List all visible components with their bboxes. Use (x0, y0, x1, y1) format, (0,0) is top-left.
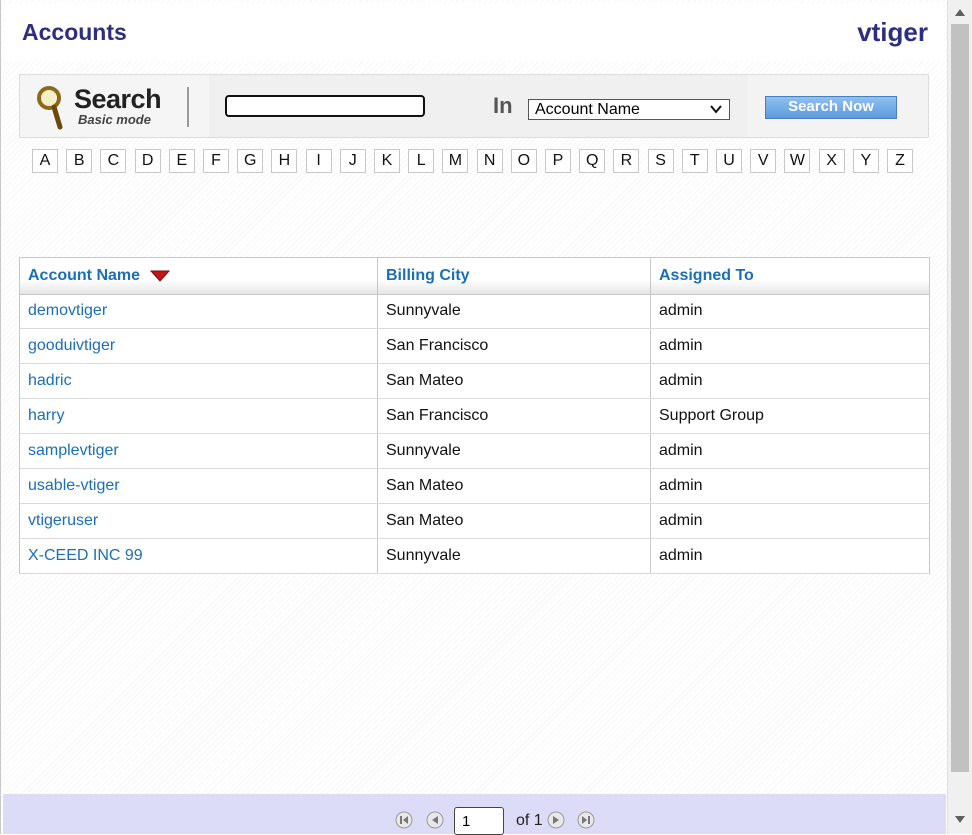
table-header: Account Name Billing City Assigned To (20, 258, 929, 295)
search-bar: Search Basic mode In Account Name Search… (19, 74, 929, 138)
search-field-cell: In Account Name (478, 75, 749, 137)
assigned-to-cell: admin (650, 294, 929, 328)
alphabet-letter-d[interactable]: D (134, 149, 161, 173)
alphabet-letter-n[interactable]: N (476, 149, 503, 173)
search-input[interactable] (225, 95, 425, 117)
account-name-link[interactable]: samplevtiger (20, 434, 377, 468)
divider (187, 87, 189, 127)
billing-city-cell: San Mateo (377, 469, 650, 503)
alphabet-letter-i[interactable]: I (305, 149, 332, 173)
account-name-link[interactable]: gooduivtiger (20, 329, 377, 363)
accounts-table: Account Name Billing City Assigned To de… (19, 257, 930, 574)
assigned-to-cell: admin (650, 539, 929, 573)
billing-city-cell: San Francisco (377, 399, 650, 433)
table-row: vtigeruser San Mateo admin (20, 504, 929, 539)
billing-city-cell: Sunnyvale (377, 294, 650, 328)
assigned-to-cell: admin (650, 469, 929, 503)
column-header-label: Account Name (28, 267, 141, 284)
alphabet-letter-q[interactable]: Q (579, 149, 606, 173)
magnifier-icon (37, 86, 63, 130)
vertical-scrollbar[interactable] (947, 0, 972, 834)
alphabet-letter-e[interactable]: E (168, 149, 195, 173)
search-mode-label: Basic mode (78, 112, 151, 127)
account-name-link[interactable]: vtigeruser (20, 504, 377, 538)
scroll-down-icon[interactable] (954, 815, 966, 825)
search-field-value: Account Name (535, 101, 640, 118)
in-label: In (493, 93, 513, 118)
search-logo-word: Search (74, 84, 162, 114)
column-header-account-name[interactable]: Account Name (20, 258, 377, 294)
account-name-link[interactable]: X-CEED INC 99 (20, 539, 377, 573)
alphabet-letter-v[interactable]: V (750, 149, 777, 173)
scroll-up-icon[interactable] (954, 7, 966, 17)
column-header-billing-city[interactable]: Billing City (377, 258, 650, 294)
assigned-to-cell: admin (650, 364, 929, 398)
assigned-to-cell: admin (650, 504, 929, 538)
alphabet-letter-a[interactable]: A (32, 149, 58, 173)
alphabet-letter-z[interactable]: Z (887, 149, 913, 173)
account-name-link[interactable]: demovtiger (20, 294, 377, 328)
alphabet-letter-f[interactable]: F (203, 149, 229, 173)
scrollbar-thumb[interactable] (951, 24, 969, 772)
billing-city-cell: San Francisco (377, 329, 650, 363)
alphabet-letter-t[interactable]: T (681, 149, 708, 173)
billing-city-cell: Sunnyvale (377, 539, 650, 573)
last-page-icon[interactable] (577, 811, 595, 829)
alphabet-letter-b[interactable]: B (66, 149, 93, 173)
table-row: X-CEED INC 99 Sunnyvale admin (20, 539, 929, 574)
table-row: harry San Francisco Support Group (20, 399, 929, 434)
column-header-label: Assigned To (659, 267, 754, 284)
brand-logo: vtiger (857, 17, 928, 47)
search-logo: Search Basic mode (20, 75, 210, 137)
alphabet-letter-p[interactable]: P (545, 149, 571, 173)
column-header-label: Billing City (386, 267, 470, 284)
alphabet-letter-x[interactable]: X (818, 149, 845, 173)
table-row: samplevtiger Sunnyvale admin (20, 434, 929, 469)
alphabet-letter-u[interactable]: U (716, 149, 742, 173)
table-row: hadric San Mateo admin (20, 364, 929, 399)
first-page-icon[interactable] (395, 811, 413, 829)
alphabet-letter-j[interactable]: J (339, 149, 366, 173)
alphabet-letter-g[interactable]: G (237, 149, 264, 173)
billing-city-cell: San Mateo (377, 364, 650, 398)
next-page-icon[interactable] (547, 811, 565, 829)
alphabet-letter-m[interactable]: M (442, 149, 469, 173)
billing-city-cell: Sunnyvale (377, 434, 650, 468)
search-now-button[interactable]: Search Now (765, 96, 897, 119)
assigned-to-cell: admin (650, 434, 929, 468)
search-button-cell: Search Now (748, 75, 928, 137)
account-name-link[interactable]: hadric (20, 364, 377, 398)
popup-frame: Accounts vtiger Search Basic mode In Acc… (0, 0, 947, 834)
table-row: gooduivtiger San Francisco admin (20, 329, 929, 364)
alphabet-letter-w[interactable]: W (784, 149, 811, 173)
pagination-bar: of 1 (3, 794, 946, 835)
alphabet-letter-l[interactable]: L (408, 149, 435, 173)
alphabet-letter-c[interactable]: C (100, 149, 127, 173)
chevron-down-icon (710, 105, 722, 114)
assigned-to-cell: admin (650, 329, 929, 363)
header-bar: Accounts vtiger (4, 3, 944, 61)
page-title: Accounts (22, 19, 127, 45)
account-name-link[interactable]: usable-vtiger (20, 469, 377, 503)
alphabet-letter-h[interactable]: H (271, 149, 298, 173)
alphabet-letter-r[interactable]: R (613, 149, 640, 173)
search-field-select[interactable]: Account Name (528, 99, 730, 120)
table-row: demovtiger Sunnyvale admin (20, 294, 929, 329)
alphabet-letter-k[interactable]: K (374, 149, 400, 173)
alphabet-letter-o[interactable]: O (510, 149, 537, 173)
search-input-cell (209, 75, 479, 137)
previous-page-icon[interactable] (426, 811, 444, 829)
account-name-link[interactable]: harry (20, 399, 377, 433)
page-count-label: of 1 (516, 812, 543, 829)
billing-city-cell: San Mateo (377, 504, 650, 538)
alphabet-letter-y[interactable]: Y (852, 149, 879, 173)
assigned-to-cell: Support Group (650, 399, 929, 433)
page-number-input[interactable] (454, 807, 504, 835)
alphabet-letter-s[interactable]: S (647, 149, 674, 173)
sort-descending-icon (150, 270, 171, 282)
column-header-assigned-to[interactable]: Assigned To (650, 258, 929, 294)
table-row: usable-vtiger San Mateo admin (20, 469, 929, 504)
